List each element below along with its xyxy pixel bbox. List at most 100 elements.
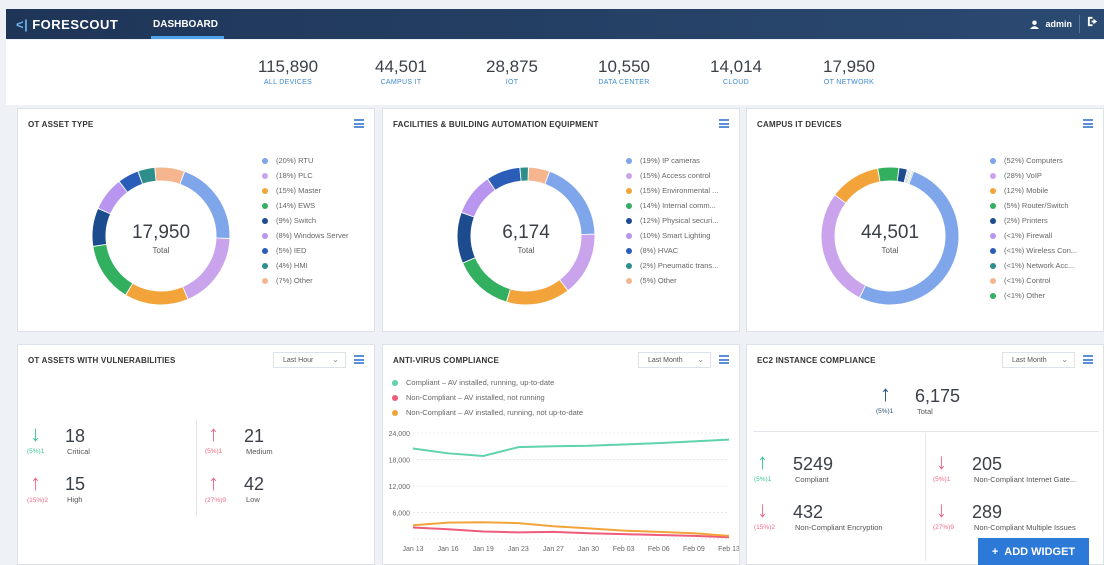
stat-ot-network[interactable]: 17,950 OT NETWORK (799, 57, 899, 86)
stat-iot[interactable]: 28,875 IOT (462, 57, 562, 86)
metric-value: 5249 (793, 454, 834, 474)
stat-campus-it[interactable]: 44,501 CAMPUS IT (351, 57, 451, 86)
logout-icon[interactable] (1087, 16, 1098, 30)
campus-it-widget: CAMPUS IT DEVICES 44,501 Total (52%) Comp… (746, 108, 1104, 332)
donut-slice[interactable] (507, 280, 568, 305)
dropdown-value: Last Hour (283, 356, 314, 364)
legend-item[interactable]: (7%) Other (262, 273, 349, 288)
legend-item[interactable]: Compliant – AV installed, running, up-to… (392, 375, 583, 390)
donut-slice[interactable] (897, 168, 907, 183)
legend-item[interactable]: (18%) PLC (262, 168, 349, 183)
donut-slice[interactable] (138, 167, 156, 184)
donut-total: 44,501 (860, 222, 920, 243)
legend-swatch (626, 202, 632, 209)
legend-item[interactable]: (<1%) Other (990, 288, 1077, 303)
legend-item[interactable]: (15%) Master (262, 183, 349, 198)
legend-label: (2%) Pneumatic trans... (640, 261, 719, 270)
user-icon (1030, 19, 1040, 29)
metric-label: Critical (67, 447, 90, 456)
legend-item[interactable]: (<1%) Network Acc... (990, 258, 1077, 273)
legend-item[interactable]: (9%) Switch (262, 213, 349, 228)
legend-item[interactable]: (12%) Mobile (990, 183, 1077, 198)
legend-item[interactable]: (5%) Router/Switch (990, 198, 1077, 213)
legend-label: (5%) Router/Switch (1004, 201, 1069, 210)
donut-slice[interactable] (835, 168, 880, 203)
legend-label: (7%) Other (276, 276, 313, 285)
legend-label: (15%) Access control (640, 171, 711, 180)
legend-item[interactable]: Non-Compliant – AV installed, not runnin… (392, 390, 583, 405)
legend-label: (15%) Environmental ... (640, 186, 719, 195)
x-tick-label: Jan 13 (402, 546, 423, 553)
legend-item[interactable]: (14%) EWS (262, 198, 349, 213)
legend-item[interactable]: (14%) Internal comm... (626, 198, 718, 213)
time-range-dropdown[interactable]: Last Month ⌄ (1002, 352, 1075, 368)
change-pct: (5%)1 (876, 408, 894, 415)
donut-slice[interactable] (488, 167, 521, 190)
legend-item[interactable]: (28%) VoIP (990, 168, 1077, 183)
legend-label: Non-Compliant – AV installed, not runnin… (406, 393, 545, 402)
donut-slice[interactable] (528, 167, 550, 184)
stat-all-devices[interactable]: 115,890 ALL DEVICES (238, 57, 338, 86)
legend-item[interactable]: (2%) Printers (990, 213, 1077, 228)
series-line[interactable] (412, 438, 730, 457)
donut-total-label: Total (152, 246, 170, 255)
legend-label: Compliant – AV installed, running, up-to… (406, 378, 555, 387)
metric-value: 15 (65, 474, 86, 494)
donut-total-label: Total (517, 246, 535, 255)
legend-swatch (392, 379, 398, 386)
legend-item[interactable]: (20%) RTU (262, 153, 349, 168)
legend-item[interactable]: (15%) Environmental ... (626, 183, 718, 198)
menu-icon[interactable] (1083, 119, 1093, 128)
legend-item[interactable]: (19%) IP cameras (626, 153, 718, 168)
legend-item[interactable]: (<1%) Firewall (990, 228, 1077, 243)
donut-slice[interactable] (98, 182, 128, 214)
add-widget-button[interactable]: + ADD WIDGET (978, 538, 1089, 565)
menu-icon[interactable] (719, 119, 729, 128)
user-menu[interactable]: admin (1030, 9, 1072, 39)
legend-item[interactable]: (10%) Smart Lighting (626, 228, 718, 243)
legend-swatch (262, 247, 268, 254)
change-pct: (27%)9 (205, 497, 226, 504)
x-tick-label: Feb 06 (648, 546, 670, 553)
legend-item[interactable]: (15%) Access control (626, 168, 718, 183)
legend-item[interactable]: (4%) HMI (262, 258, 349, 273)
legend-item[interactable]: (2%) Pneumatic trans... (626, 258, 718, 273)
menu-icon[interactable] (354, 119, 364, 128)
donut-slice[interactable] (155, 167, 185, 184)
legend-item[interactable]: (<1%) Wireless Con... (990, 243, 1077, 258)
dropdown-value: Last Month (1012, 356, 1047, 364)
legend-item[interactable]: (8%) Windows Server (262, 228, 349, 243)
legend-item[interactable]: (<1%) Control (990, 273, 1077, 288)
metric-label: Non-Compliant Multiple Issues (974, 523, 1076, 532)
donut-slice[interactable] (457, 212, 475, 263)
stat-data-center[interactable]: 10,550 DATA CENTER (574, 57, 674, 86)
legend-item[interactable]: (12%) Physical securi... (626, 213, 718, 228)
donut-slice[interactable] (463, 257, 511, 302)
time-range-dropdown[interactable]: Last Hour ⌄ (273, 352, 346, 368)
legend-swatch (990, 187, 996, 194)
donut-slice[interactable] (119, 171, 143, 192)
plus-icon: + (991, 545, 999, 558)
legend-item[interactable]: Non-Compliant – AV installed, running, n… (392, 405, 583, 420)
menu-icon[interactable] (354, 355, 364, 364)
stat-value: 115,890 (257, 57, 319, 76)
stat-label: DATA CENTER (598, 79, 650, 86)
donut-slice[interactable] (92, 208, 111, 246)
donut-slice[interactable] (461, 179, 495, 217)
menu-icon[interactable] (1083, 355, 1093, 364)
donut-slice[interactable] (878, 167, 899, 182)
stat-cloud[interactable]: 14,014 CLOUD (686, 57, 786, 86)
legend-swatch (262, 262, 268, 269)
menu-icon[interactable] (719, 355, 729, 364)
legend-item[interactable]: (52%) Computers (990, 153, 1077, 168)
legend-label: (18%) PLC (276, 171, 313, 180)
legend-swatch (626, 217, 632, 224)
change-pct: (5%)1 (205, 448, 223, 455)
donut-slice[interactable] (126, 283, 188, 305)
time-range-dropdown[interactable]: Last Month ⌄ (638, 352, 711, 368)
legend-item[interactable]: (5%) IED (262, 243, 349, 258)
legend-item[interactable]: (8%) HVAC (626, 243, 718, 258)
tab-dashboard[interactable]: DASHBOARD (147, 9, 224, 39)
forescout-logo[interactable]: <| FORESCOUT (16, 17, 118, 32)
legend-item[interactable]: (5%) Other (626, 273, 718, 288)
